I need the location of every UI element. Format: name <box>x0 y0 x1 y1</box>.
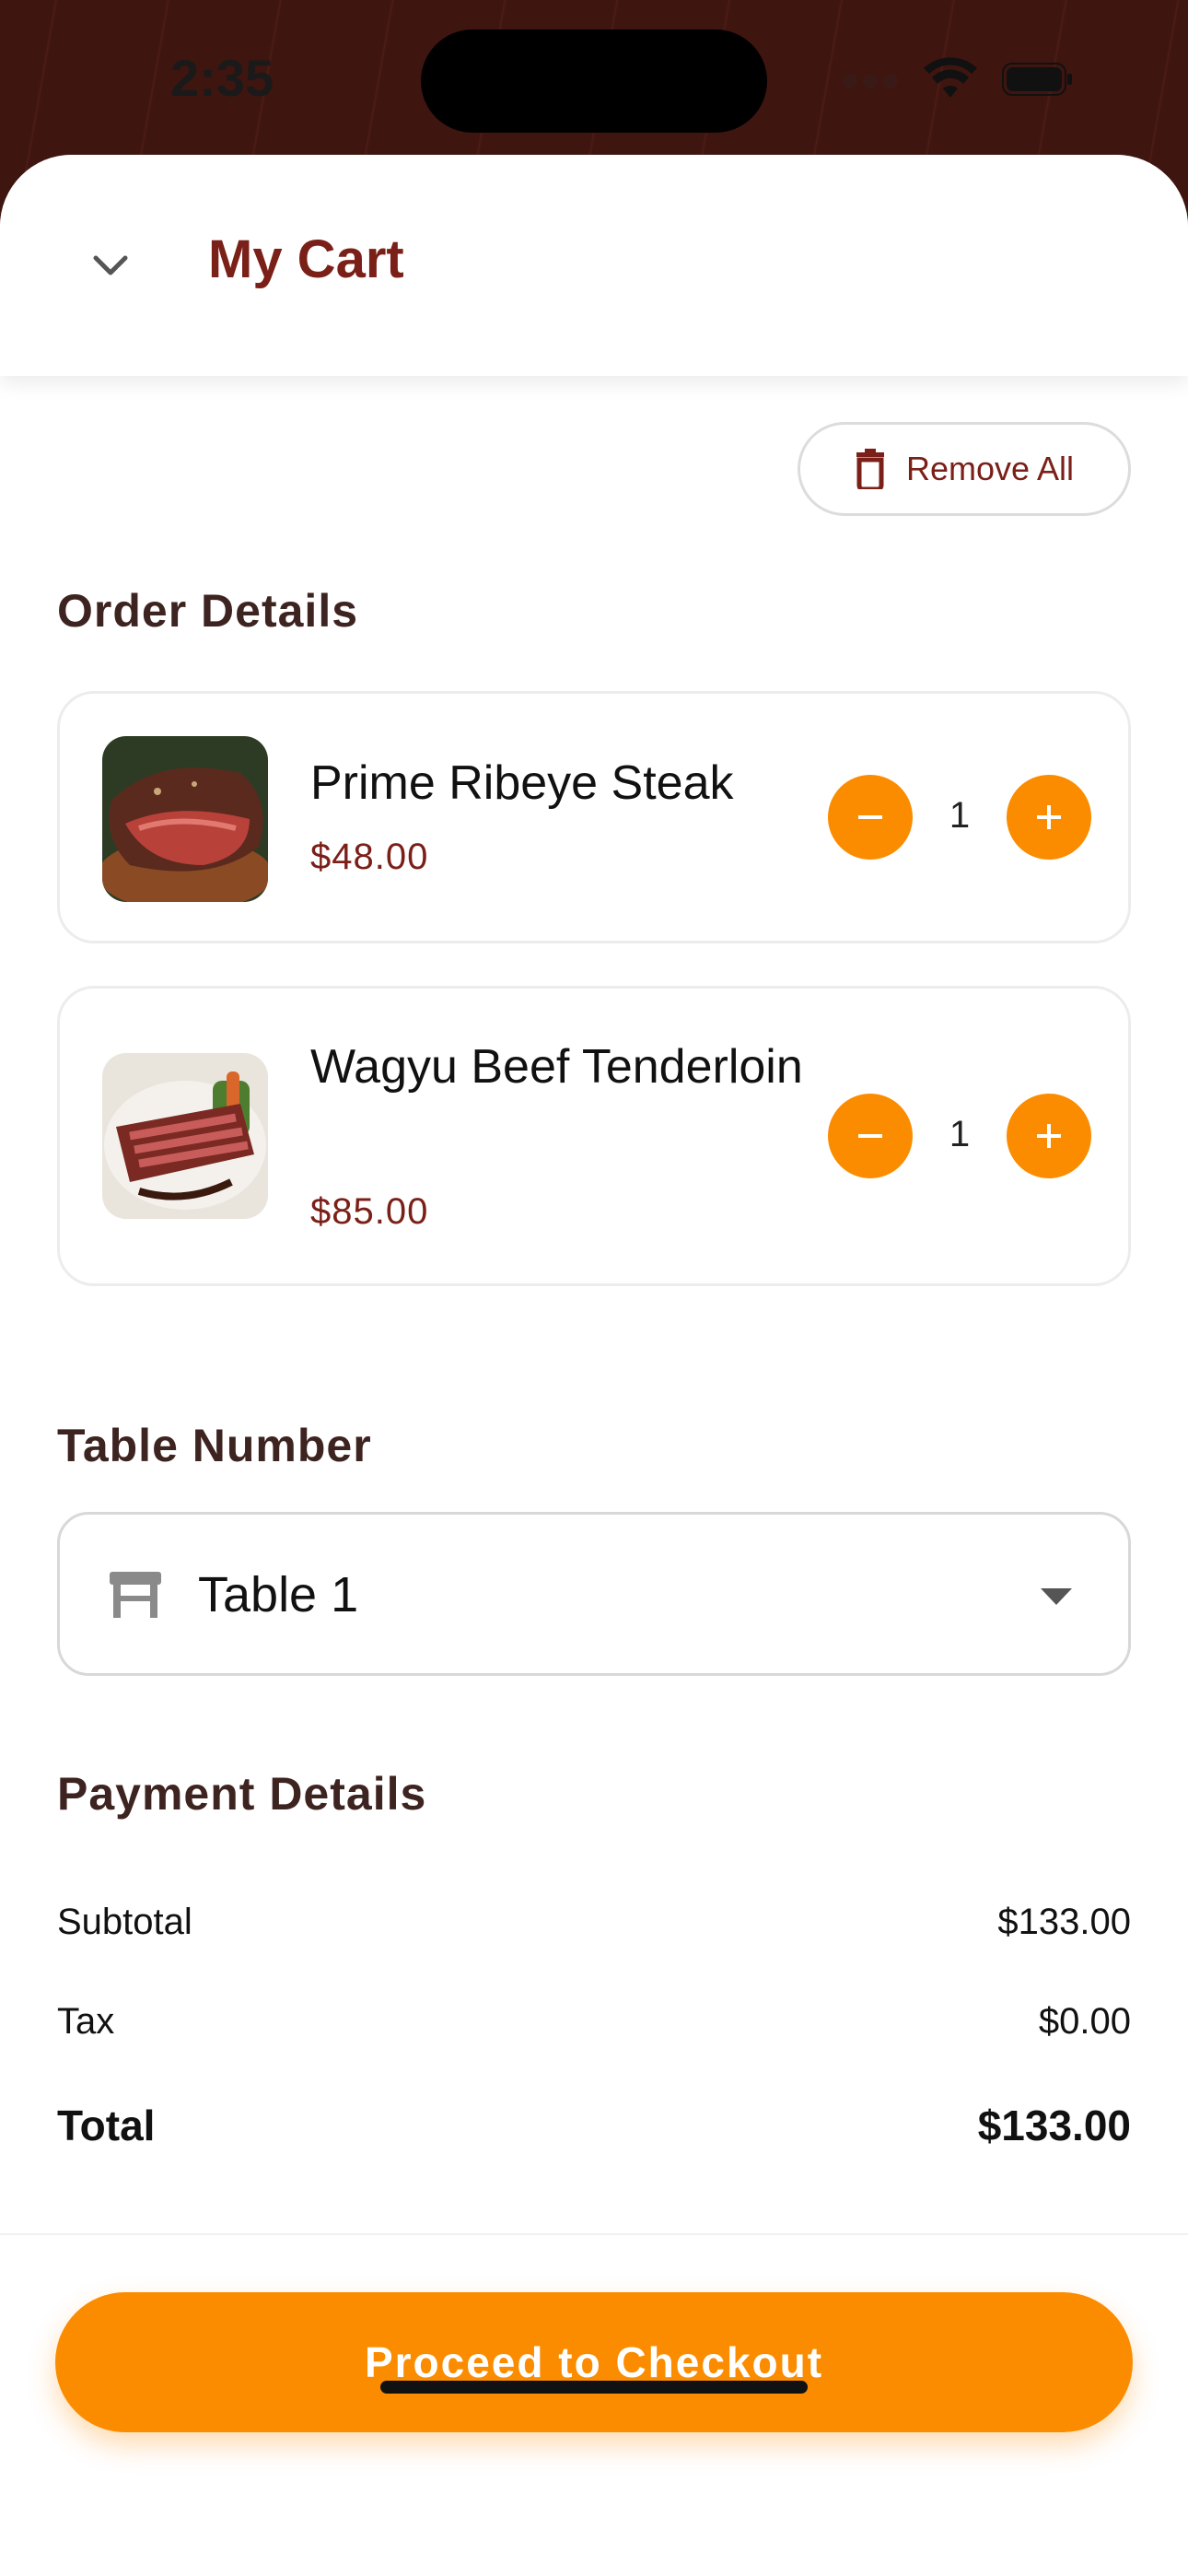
total-value: $133.00 <box>977 2102 1131 2149</box>
battery-icon <box>1002 63 1072 96</box>
quantity-value: 1 <box>949 795 971 836</box>
total-label: Total <box>57 2102 156 2149</box>
cart-item-card: Wagyu Beef Tenderloin $85.00 1 <box>57 986 1131 1286</box>
home-indicator[interactable] <box>380 2381 808 2394</box>
remove-all-label: Remove All <box>905 450 1075 487</box>
table-number-title: Table Number <box>57 1420 372 1471</box>
checkout-bar: Proceed to Checkout <box>0 2233 1188 2576</box>
table-select[interactable]: Table 1 <box>57 1512 1131 1676</box>
wifi-icon <box>924 57 977 98</box>
trash-icon <box>856 449 884 489</box>
subtotal-row: Subtotal $133.00 <box>57 1902 1131 1957</box>
minus-icon <box>858 1134 882 1138</box>
subtotal-value: $133.00 <box>997 1902 1131 1942</box>
increase-quantity-button[interactable] <box>1007 775 1091 860</box>
quantity-value: 1 <box>949 1114 971 1154</box>
item-name: Prime Ribeye Steak <box>310 756 734 810</box>
subtotal-label: Subtotal <box>57 1902 192 1942</box>
item-name: Wagyu Beef Tenderloin <box>310 1040 803 1094</box>
dropdown-arrow-icon <box>1041 1588 1072 1605</box>
item-image <box>102 1053 268 1219</box>
payment-details-title: Payment Details <box>57 1768 427 1820</box>
increase-quantity-button[interactable] <box>1007 1094 1091 1178</box>
tax-label: Tax <box>57 2001 115 2042</box>
plus-icon <box>1037 805 1061 829</box>
remove-all-button[interactable]: Remove All <box>798 422 1131 516</box>
status-bar: 2:35 <box>0 0 1188 157</box>
item-image <box>102 736 268 902</box>
decrease-quantity-button[interactable] <box>828 775 913 860</box>
order-details-title: Order Details <box>57 585 359 637</box>
chevron-down-icon[interactable] <box>85 240 136 291</box>
sheet-header: My Cart <box>0 155 1188 376</box>
table-icon <box>110 1572 161 1618</box>
item-price: $48.00 <box>310 837 429 877</box>
signal-icon <box>843 74 916 96</box>
plus-icon <box>1037 1124 1061 1148</box>
table-selected-value: Table 1 <box>198 1567 359 1622</box>
tax-value: $0.00 <box>1038 2001 1131 2042</box>
dynamic-island <box>421 29 767 133</box>
status-time: 2:35 <box>170 49 274 107</box>
item-price: $85.00 <box>310 1191 429 1232</box>
proceed-to-checkout-button[interactable]: Proceed to Checkout <box>55 2292 1133 2432</box>
page-title: My Cart <box>208 229 404 289</box>
cart-sheet: My Cart Remove All Order Details Prime R… <box>0 155 1188 2576</box>
decrease-quantity-button[interactable] <box>828 1094 913 1178</box>
minus-icon <box>858 815 882 819</box>
cart-item-card: Prime Ribeye Steak $48.00 1 <box>57 691 1131 943</box>
total-row: Total $133.00 <box>57 2101 1131 2156</box>
tax-row: Tax $0.00 <box>57 2001 1131 2056</box>
